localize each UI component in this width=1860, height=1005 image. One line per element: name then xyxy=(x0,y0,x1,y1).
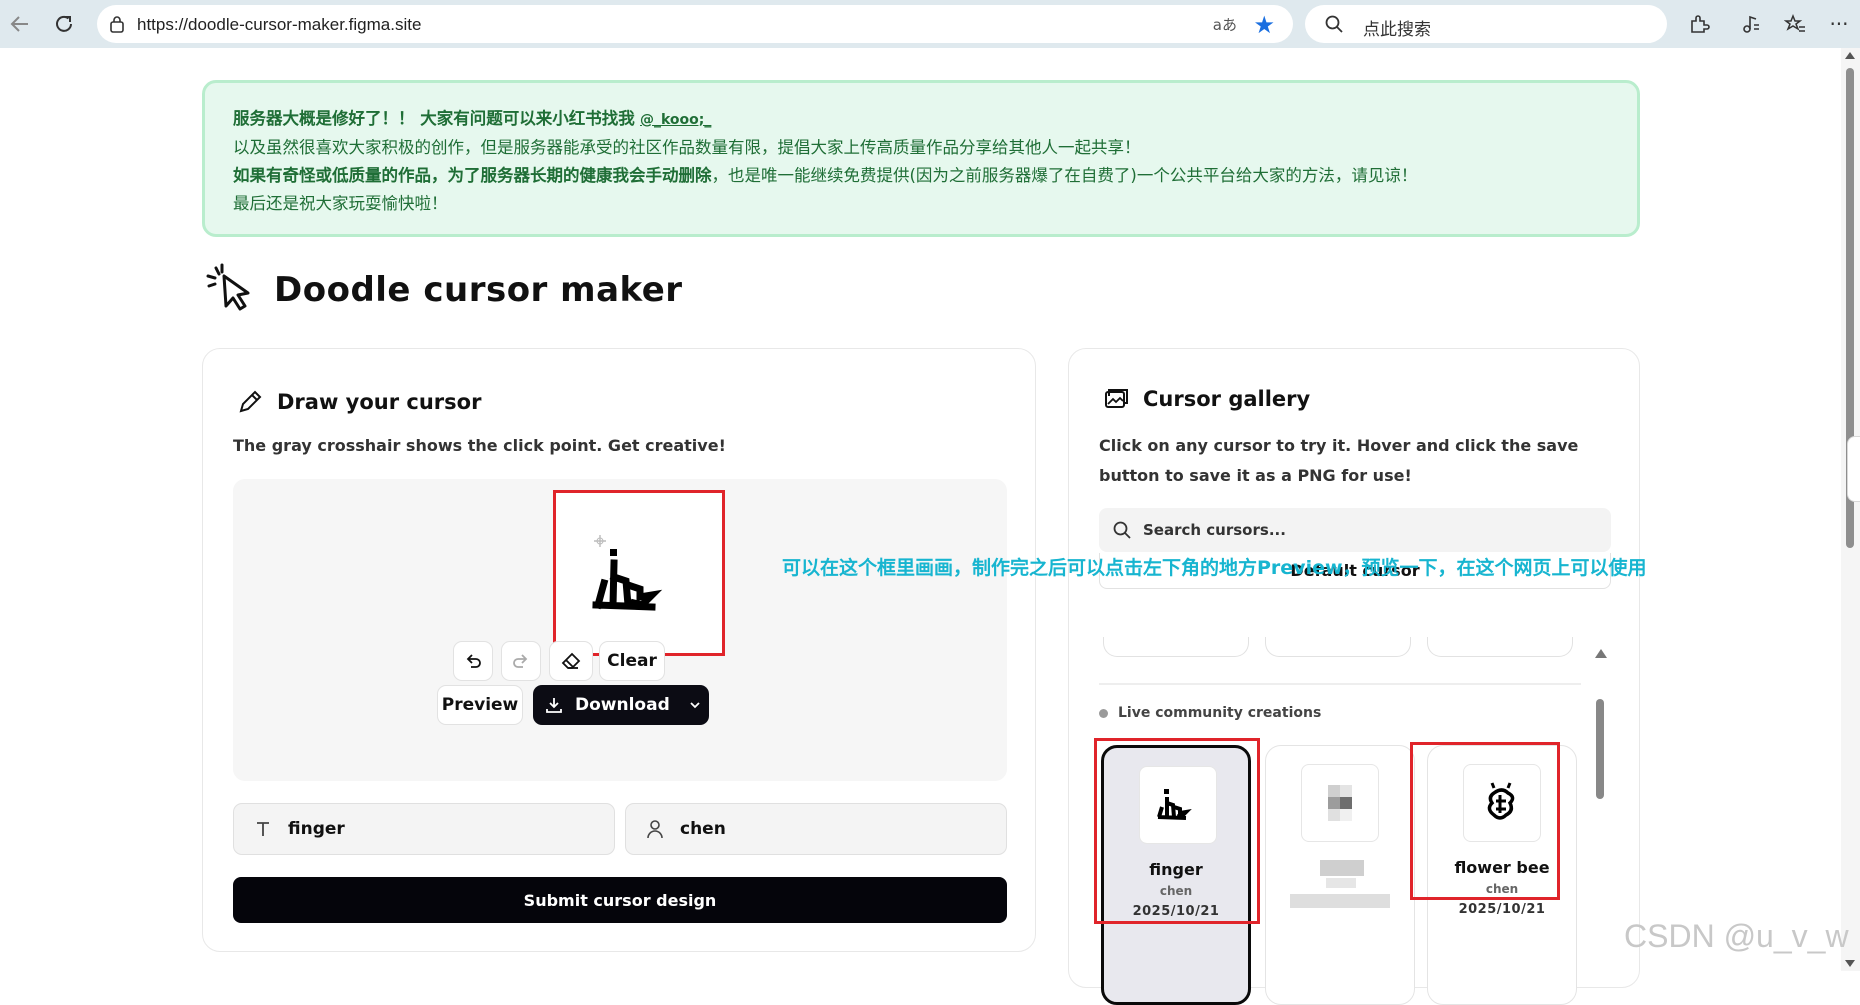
canvas-area: Clear Preview Download xyxy=(233,479,1007,781)
user-icon xyxy=(642,819,668,839)
cursor-name-input[interactable]: finger xyxy=(233,803,615,855)
xiaohongshu-link[interactable]: @_kooo;_ xyxy=(640,112,711,128)
notice-line-2: 以及虽然很喜欢大家积极的创作，但是服务器能承受的社区作品数量有限，提倡大家上传高… xyxy=(233,138,1141,157)
page-title: Doodle cursor maker xyxy=(274,270,683,310)
lock-icon xyxy=(110,16,124,33)
browser-search-placeholder: 点此搜索 xyxy=(1363,20,1431,40)
watermark: CSDN @u_v_w xyxy=(1624,918,1849,954)
notice-line-1: 服务器大概是修好了！！ 大家有问题可以来小红书找我 @_kooo;_ xyxy=(233,109,712,128)
eraser-button[interactable] xyxy=(549,641,593,681)
gallery-filter-chip[interactable] xyxy=(1103,637,1249,657)
draw-card: Draw your cursor The gray crosshair show… xyxy=(202,348,1036,952)
cursor-logo-icon xyxy=(206,263,250,311)
download-icon xyxy=(546,698,562,713)
highlight-box-finger xyxy=(1094,738,1260,924)
drawing-canvas[interactable] xyxy=(553,490,725,656)
sidebar-toggle-tab[interactable] xyxy=(1847,436,1860,502)
more-menu-icon[interactable]: ··· xyxy=(1825,10,1853,38)
media-icon[interactable] xyxy=(1737,10,1765,38)
notice-line-4: 最后还是祝大家玩耍愉快啦！ xyxy=(233,194,448,213)
address-bar[interactable]: https://doodle-cursor-maker.figma.site a… xyxy=(97,5,1293,43)
gallery-thumbnail xyxy=(1301,764,1379,842)
redo-icon xyxy=(513,654,528,668)
page-scrollbar[interactable] xyxy=(1841,48,1860,971)
search-icon xyxy=(1113,521,1131,539)
gallery-subtitle: Click on any cursor to try it. Hover and… xyxy=(1099,436,1579,485)
refresh-button[interactable] xyxy=(48,8,80,40)
pencil-icon xyxy=(239,390,262,413)
preview-button[interactable]: Preview xyxy=(437,685,523,725)
arrow-left-icon xyxy=(10,16,28,32)
author-value: chen xyxy=(680,819,726,839)
extensions-icon[interactable] xyxy=(1685,10,1713,38)
refresh-icon xyxy=(56,15,72,32)
draw-title: Draw your cursor xyxy=(277,390,482,414)
browser-search-box[interactable]: 点此搜索 xyxy=(1305,5,1667,43)
notice-banner: 服务器大概是修好了！！ 大家有问题可以来小红书找我 @_kooo;_ 以及虽然很… xyxy=(202,80,1640,237)
redo-button[interactable] xyxy=(501,641,541,681)
chevron-down-icon[interactable] xyxy=(688,698,702,712)
author-input[interactable]: chen xyxy=(625,803,1007,855)
favorite-star-icon[interactable]: ★ xyxy=(1253,11,1275,39)
draw-card-header: Draw your cursor xyxy=(237,389,481,415)
download-button[interactable]: Download xyxy=(533,685,709,725)
download-label: Download xyxy=(575,695,670,715)
gallery-title: Cursor gallery xyxy=(1143,387,1311,411)
highlight-box-flower-bee xyxy=(1410,742,1560,900)
brand-logo xyxy=(204,262,256,314)
read-aloud-icon[interactable]: aあ xyxy=(1213,14,1237,35)
divider xyxy=(1099,683,1581,685)
clear-button[interactable]: Clear xyxy=(599,641,665,681)
gallery-image-icon xyxy=(1105,389,1128,408)
pixelated-cursor-icon xyxy=(1328,785,1352,821)
gallery-search-input[interactable]: Search cursors... xyxy=(1099,508,1611,552)
notice-line-3: 如果有奇怪或低质量的作品，为了服务器长期的健康我会手动删除，也是唯一能继续免费提… xyxy=(233,166,1418,185)
cursor-name-value: finger xyxy=(288,819,345,839)
live-creations-label: Live community creations xyxy=(1099,705,1321,721)
gallery-scroll-up[interactable] xyxy=(1595,649,1607,658)
back-button[interactable] xyxy=(4,8,36,40)
gallery-item-date: 2025/10/21 xyxy=(1458,902,1546,917)
search-icon xyxy=(1325,15,1343,33)
annotation-text: 可以在这个框里画画，制作完之后可以点击左下角的地方Preview，预览一下，在这… xyxy=(782,557,1647,579)
live-dot xyxy=(1099,708,1108,718)
gallery-card-header: Cursor gallery xyxy=(1103,387,1310,411)
text-type-icon xyxy=(250,820,276,838)
finger-doodle-icon xyxy=(592,535,663,611)
pixelated-text-placeholder xyxy=(1290,860,1390,908)
undo-button[interactable] xyxy=(453,641,493,681)
eraser-icon xyxy=(561,652,581,669)
gallery-item-blurred[interactable] xyxy=(1265,745,1415,1005)
gallery-filter-chip[interactable] xyxy=(1265,637,1411,657)
browser-toolbar: https://doodle-cursor-maker.figma.site a… xyxy=(0,0,1860,48)
scroll-down-arrow[interactable] xyxy=(1845,960,1855,967)
scroll-up-arrow[interactable] xyxy=(1845,52,1855,59)
url-text: https://doodle-cursor-maker.figma.site xyxy=(137,15,422,34)
gallery-filter-chip[interactable] xyxy=(1427,637,1573,657)
draw-subtitle: The gray crosshair shows the click point… xyxy=(233,436,726,455)
undo-icon xyxy=(466,654,481,668)
gallery-scrollbar-thumb[interactable] xyxy=(1596,699,1604,799)
submit-button[interactable]: Submit cursor design xyxy=(233,877,1007,923)
favorites-list-icon[interactable] xyxy=(1781,10,1809,38)
gallery-search-placeholder: Search cursors... xyxy=(1143,521,1286,539)
